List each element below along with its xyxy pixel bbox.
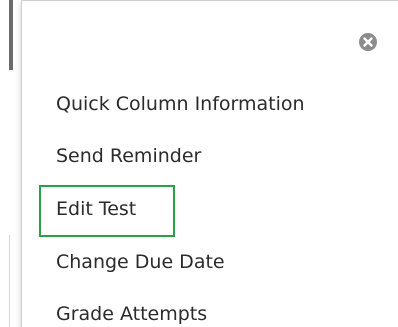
background-page-edge <box>0 0 22 327</box>
menu-item-quick-column-information[interactable]: Quick Column Information <box>56 92 305 116</box>
menu-item-send-reminder[interactable]: Send Reminder <box>56 144 201 168</box>
menu-item-change-due-date[interactable]: Change Due Date <box>56 250 225 274</box>
screen: Quick Column Information Send Reminder E… <box>0 0 398 327</box>
background-divider-lower <box>9 235 10 327</box>
menu-item-grade-attempts[interactable]: Grade Attempts <box>56 302 207 326</box>
context-menu: Quick Column Information Send Reminder E… <box>21 0 398 327</box>
background-divider <box>9 0 13 70</box>
highlight-box <box>39 185 175 237</box>
close-icon[interactable] <box>359 33 377 51</box>
